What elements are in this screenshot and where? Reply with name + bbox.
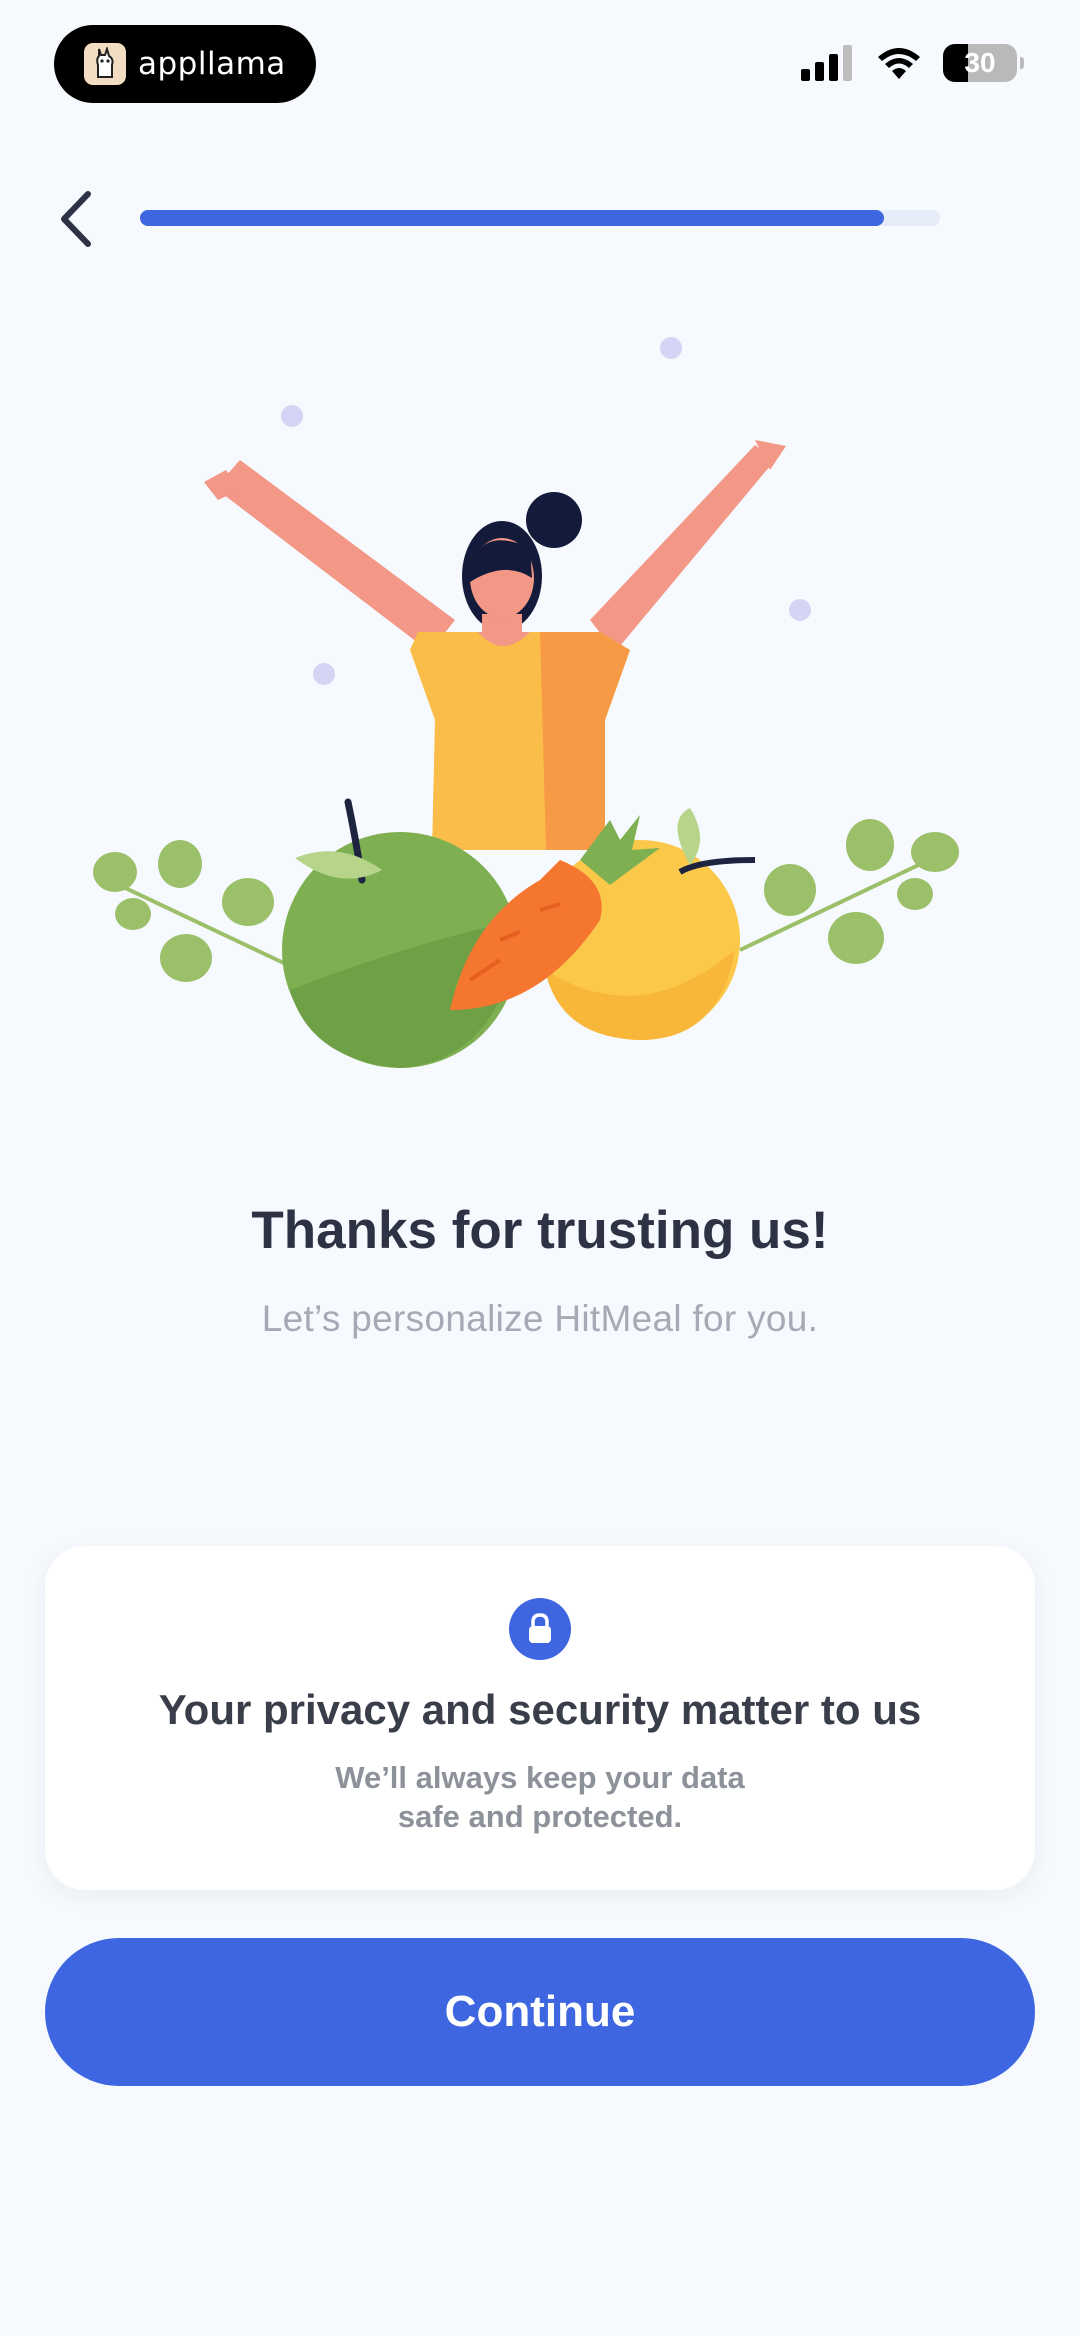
page-title: Thanks for trusting us! bbox=[251, 1201, 829, 1260]
decor-dot bbox=[789, 599, 811, 621]
status-icons: 30 bbox=[801, 44, 1024, 82]
battery-icon: 30 bbox=[943, 44, 1017, 82]
back-chevron-icon bbox=[61, 191, 91, 247]
celebration-illustration bbox=[93, 337, 959, 1068]
app-name: appllama bbox=[138, 46, 286, 82]
page-subtitle: Let’s personalize HitMeal for you. bbox=[261, 1298, 819, 1339]
onboarding-progress-bar bbox=[140, 210, 940, 226]
signal-icon bbox=[801, 45, 852, 81]
privacy-card-body: We’ll always keep your data safe and pro… bbox=[45, 1758, 1035, 1836]
decor-dot bbox=[281, 405, 303, 427]
decor-dot bbox=[660, 337, 682, 359]
battery-level: 30 bbox=[964, 47, 996, 78]
progress-fill bbox=[140, 210, 884, 226]
screen-recorder-pill: appllama bbox=[54, 25, 316, 103]
llama-logo-icon bbox=[84, 43, 126, 85]
wifi-icon bbox=[878, 48, 920, 79]
screen: appllama 30 Thanks for trusting us! Let’… bbox=[0, 0, 1080, 2336]
decor-dot bbox=[313, 663, 335, 685]
lock-icon bbox=[509, 1598, 571, 1660]
continue-button[interactable]: Continue bbox=[45, 1938, 1035, 2086]
privacy-card-body-line1: We’ll always keep your data bbox=[335, 1760, 745, 1795]
privacy-card: Your privacy and security matter to us W… bbox=[45, 1546, 1035, 1890]
privacy-card-title: Your privacy and security matter to us bbox=[158, 1686, 922, 1733]
privacy-card-body-line2: safe and protected. bbox=[397, 1799, 683, 1834]
leaf-branch-right bbox=[739, 819, 959, 964]
back-button[interactable] bbox=[52, 188, 104, 250]
person-figure bbox=[204, 440, 786, 850]
leaf-branch-left bbox=[93, 840, 291, 982]
